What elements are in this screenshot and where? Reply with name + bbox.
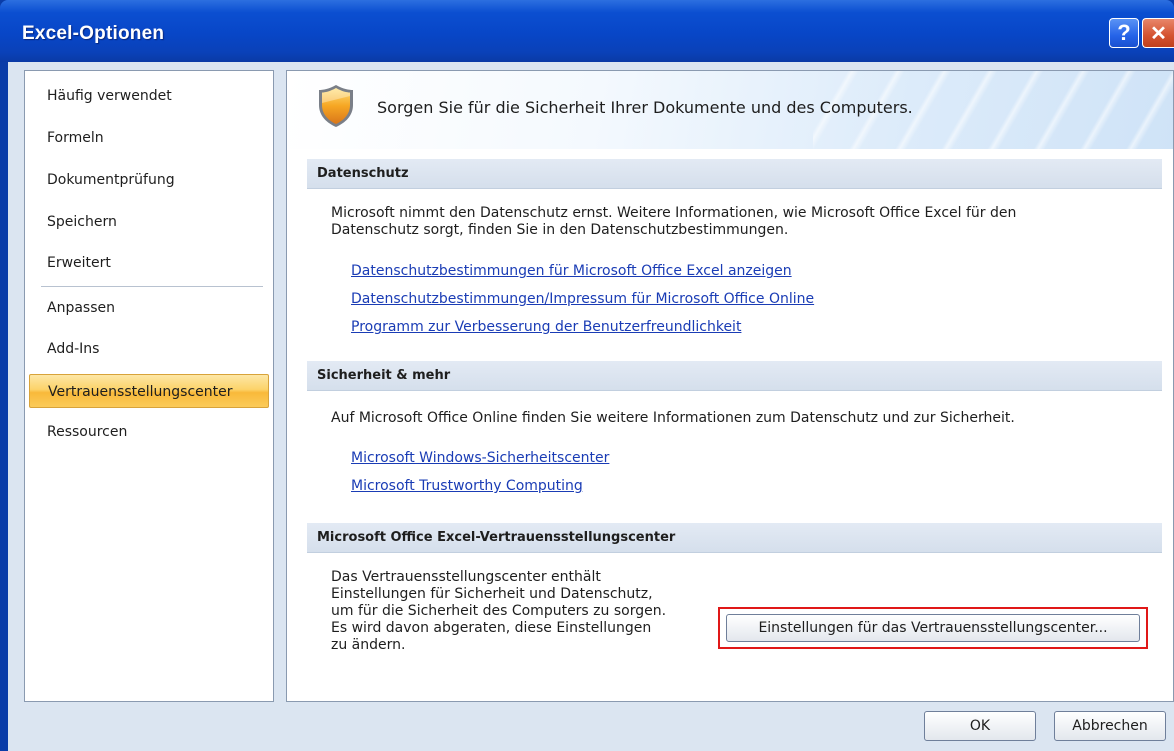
nav-item-label: Add-Ins (47, 341, 100, 357)
nav-item-erweitert[interactable]: Erweitert (31, 246, 267, 280)
nav-item-label: Formeln (47, 130, 104, 146)
title-bar[interactable]: Excel-Optionen ? ✕ (0, 0, 1174, 62)
section-header-sicherheit: Sicherheit & mehr (307, 361, 1162, 391)
privacy-description: Microsoft nimmt den Datenschutz ernst. W… (331, 205, 1016, 239)
nav-item-label: Häufig verwendet (47, 88, 172, 104)
trust-text-line: Es wird davon abgeraten, diese Einstellu… (331, 620, 652, 636)
trust-text-line: Einstellungen für Sicherheit und Datensc… (331, 586, 653, 602)
section-header-trust-center: Microsoft Office Excel-Vertrauensstellun… (307, 523, 1162, 553)
link-trustworthy-computing[interactable]: Microsoft Trustworthy Computing (351, 478, 583, 494)
privacy-text-line: Microsoft nimmt den Datenschutz ernst. W… (331, 205, 1017, 221)
nav-item-label: Ressourcen (47, 424, 128, 440)
close-button[interactable]: ✕ (1142, 18, 1174, 48)
highlight-frame: Einstellungen für das Vertrauensstellung… (718, 607, 1148, 649)
help-button[interactable]: ? (1109, 18, 1139, 48)
trust-center-settings-button[interactable]: Einstellungen für das Vertrauensstellung… (726, 614, 1140, 642)
link-privacy-office-online[interactable]: Datenschutzbestimmungen/Impressum für Mi… (351, 291, 814, 307)
trust-center-description: Das Vertrauensstellungscenter enthält Ei… (331, 569, 666, 654)
nav-item-dokumentpruefung[interactable]: Dokumentprüfung (31, 163, 267, 197)
nav-item-label: Vertrauensstellungscenter (48, 384, 233, 400)
nav-item-vertrauensstellungscenter[interactable]: Vertrauensstellungscenter (29, 374, 269, 408)
security-description: Auf Microsoft Office Online finden Sie w… (331, 410, 1015, 426)
nav-item-anpassen[interactable]: Anpassen (31, 291, 267, 325)
options-nav: Häufig verwendet Formeln Dokumentprüfung… (24, 70, 274, 702)
banner-text: Sorgen Sie für die Sicherheit Ihrer Doku… (377, 98, 913, 117)
section-header-datenschutz: Datenschutz (307, 159, 1162, 189)
trust-center-page: Sorgen Sie für die Sicherheit Ihrer Doku… (286, 70, 1174, 702)
link-privacy-excel[interactable]: Datenschutzbestimmungen für Microsoft Of… (351, 263, 792, 279)
security-shield-icon (319, 85, 353, 127)
nav-item-label: Anpassen (47, 300, 115, 316)
trust-text-line: zu ändern. (331, 637, 406, 653)
nav-item-label: Dokumentprüfung (47, 172, 175, 188)
excel-options-window: Excel-Optionen ? ✕ Häufig verwendet Form… (0, 0, 1174, 751)
trust-text-line: Das Vertrauensstellungscenter enthält (331, 569, 601, 585)
page-banner: Sorgen Sie für die Sicherheit Ihrer Doku… (287, 71, 1173, 149)
link-ceip[interactable]: Programm zur Verbesserung der Benutzerfr… (351, 319, 741, 335)
nav-item-speichern[interactable]: Speichern (31, 205, 267, 239)
dialog-body: Häufig verwendet Formeln Dokumentprüfung… (8, 62, 1174, 751)
trust-text-line: um für die Sicherheit des Computers zu s… (331, 603, 667, 619)
nav-item-label: Erweitert (47, 255, 111, 271)
privacy-text-line: Datenschutz sorgt, finden Sie in den Dat… (331, 222, 789, 238)
nav-item-label: Speichern (47, 214, 117, 230)
nav-item-ressourcen[interactable]: Ressourcen (31, 415, 267, 449)
cancel-button[interactable]: Abbrechen (1054, 711, 1166, 741)
help-icon: ? (1117, 20, 1131, 45)
nav-item-add-ins[interactable]: Add-Ins (31, 332, 267, 366)
close-icon: ✕ (1150, 22, 1167, 45)
nav-item-formeln[interactable]: Formeln (31, 121, 267, 155)
nav-divider (41, 286, 263, 287)
nav-item-haeufig-verwendet[interactable]: Häufig verwendet (31, 79, 267, 113)
ok-button[interactable]: OK (924, 711, 1036, 741)
window-title: Excel-Optionen (22, 23, 165, 44)
link-windows-security-center[interactable]: Microsoft Windows-Sicherheitscenter (351, 450, 609, 466)
